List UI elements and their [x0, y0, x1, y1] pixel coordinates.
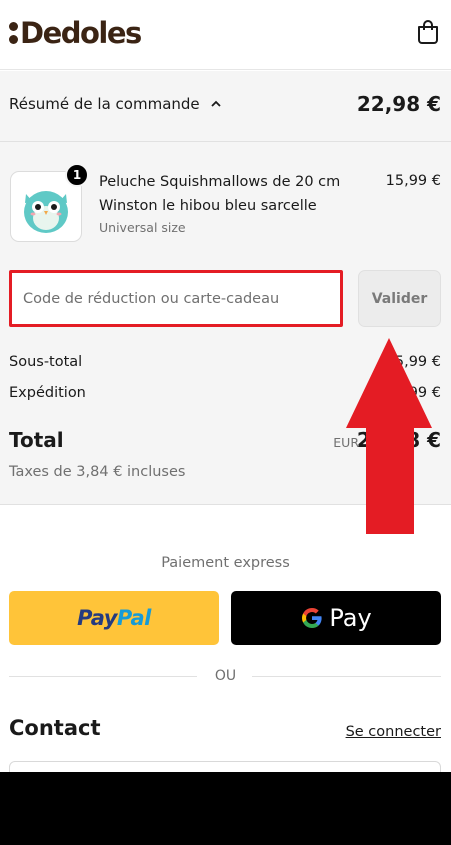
- order-summary-total: 22,98 €: [356, 92, 441, 116]
- login-link[interactable]: Se connecter: [346, 724, 441, 740]
- paypal-logo: PayPal: [77, 606, 151, 630]
- contact-heading: Contact: [9, 716, 101, 740]
- paypal-button[interactable]: PayPal: [9, 591, 219, 645]
- logo-dots: [9, 22, 18, 44]
- logo-text: Dedoles: [20, 16, 142, 50]
- google-pay-label: Pay: [329, 604, 372, 632]
- product-variant: Universal size: [99, 220, 186, 235]
- contact-email-field[interactable]: [9, 761, 441, 772]
- subtotal-label: Sous-total: [9, 354, 83, 370]
- taxes-included-note: Taxes de 3,84 € incluses: [9, 464, 186, 480]
- google-g-icon: [302, 608, 322, 628]
- apply-discount-button[interactable]: Valider: [358, 270, 441, 327]
- quantity-badge: 1: [65, 163, 89, 187]
- red-up-arrow-icon: [346, 338, 432, 534]
- discount-code-input[interactable]: Code de réduction ou carte-cadeau: [9, 270, 343, 327]
- chevron-up-icon: [211, 100, 221, 107]
- google-pay-button[interactable]: Pay: [231, 591, 441, 645]
- checkout-page: Dedoles Résumé de la commande 22,98 € 1 …: [0, 0, 451, 772]
- express-checkout-title: Paiement express: [161, 555, 290, 571]
- brand-logo[interactable]: Dedoles: [9, 14, 142, 52]
- total-label: Total: [9, 428, 64, 452]
- order-summary-toggle[interactable]: Résumé de la commande: [9, 95, 222, 113]
- shipping-label: Expédition: [9, 385, 86, 401]
- order-summary-toggle-bar[interactable]: Résumé de la commande 22,98 €: [0, 71, 451, 142]
- product-name: Peluche Squishmallows de 20 cm Winston l…: [99, 174, 341, 214]
- order-summary-label: Résumé de la commande: [9, 95, 200, 113]
- header: Dedoles: [0, 0, 451, 70]
- shopping-bag-icon[interactable]: [416, 19, 440, 45]
- product-price: 15,99 €: [385, 173, 441, 189]
- divider-right: [252, 676, 441, 677]
